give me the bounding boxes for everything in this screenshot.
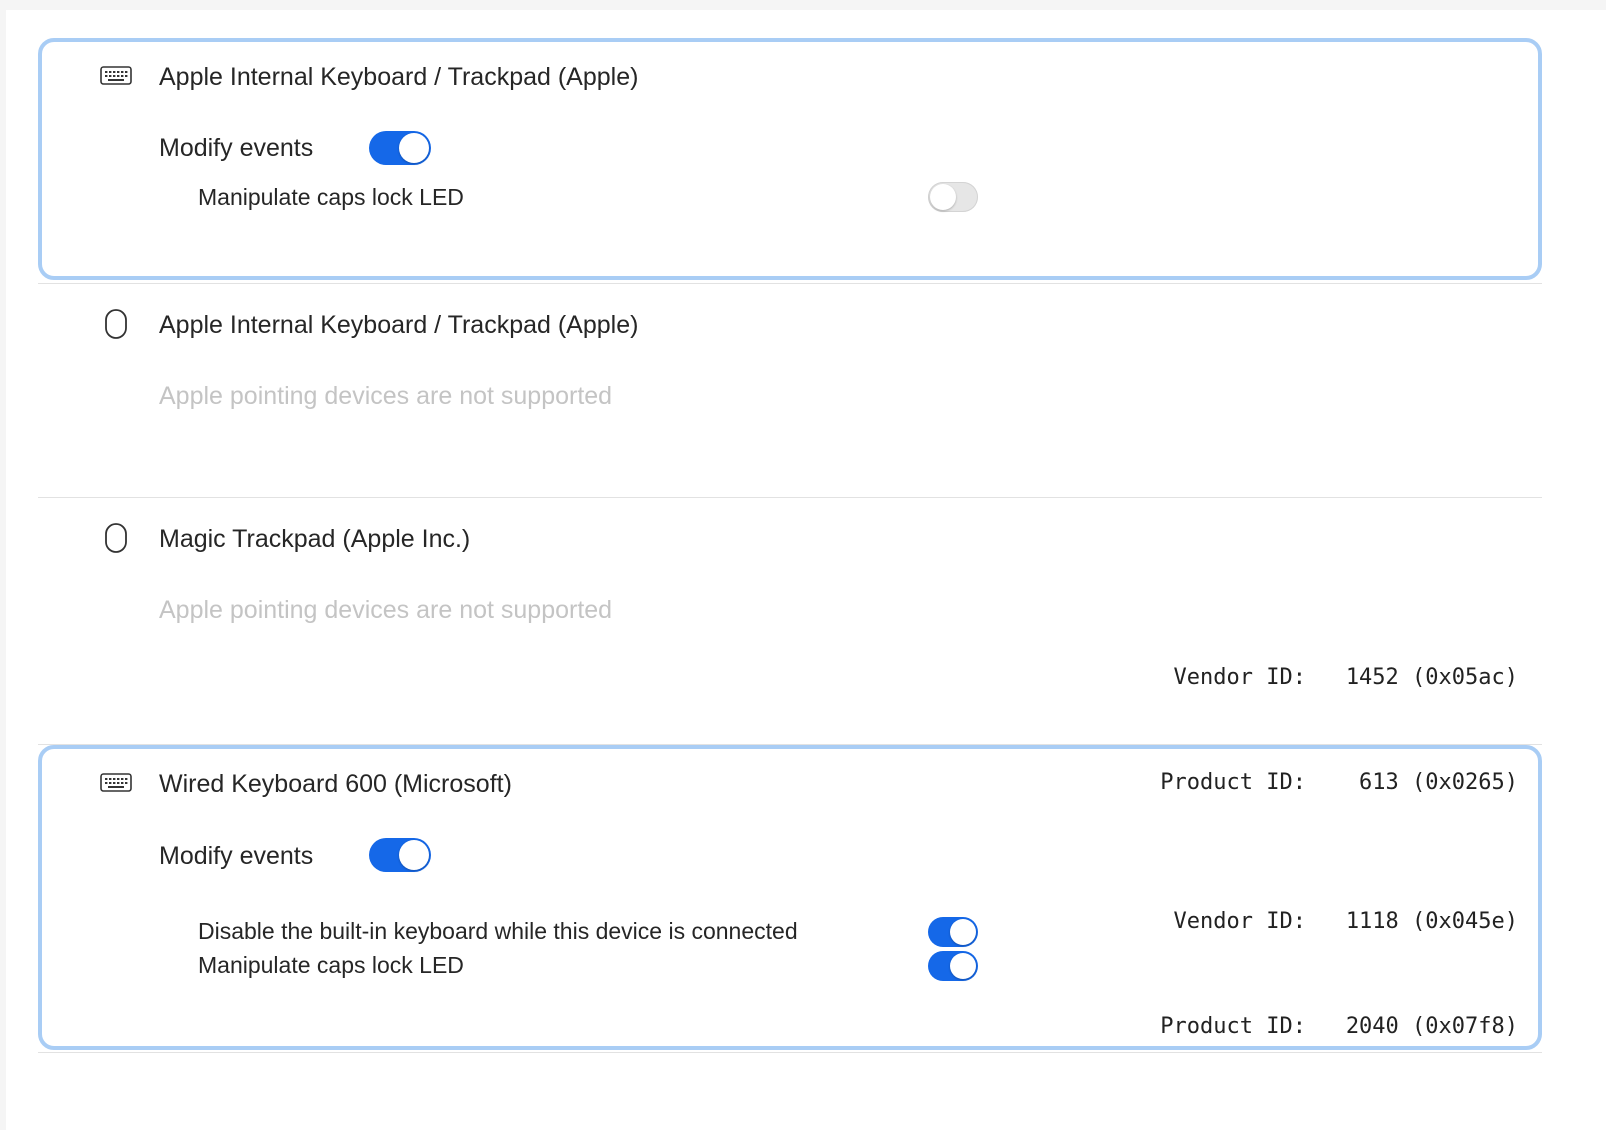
modify-events-label: Modify events (159, 134, 314, 162)
device-name: Apple Internal Keyboard / Trackpad (Appl… (159, 311, 639, 339)
vendor-id-value: 1452 (0x05ac) (1345, 665, 1518, 690)
mouse-icon (100, 523, 132, 553)
device-name: Wired Keyboard 600 (Microsoft) (159, 770, 512, 798)
modify-events-label: Modify events (159, 842, 314, 870)
vendor-id-line: Vendor ID: 1118 (0x045e) (1136, 904, 1518, 939)
vendor-id-label: Vendor ID: (1173, 909, 1306, 934)
not-supported-message: Apple pointing devices are not supported (159, 382, 613, 410)
manipulate-caps-lock-led-toggle[interactable] (928, 951, 978, 981)
manipulate-caps-lock-led-label: Manipulate caps lock LED (198, 952, 464, 978)
toggle-knob (399, 133, 429, 163)
toggle-knob (399, 840, 429, 870)
device-row-wired-keyboard-600[interactable]: Wired Keyboard 600 (Microsoft) Modify ev… (38, 745, 1542, 1050)
product-id-label: Product ID: (1160, 1014, 1306, 1039)
vendor-id-line: Vendor ID: 1452 (0x05ac) (1136, 660, 1518, 695)
toggle-knob (950, 953, 976, 979)
manipulate-caps-lock-led-toggle[interactable] (928, 182, 978, 212)
keyboard-icon (100, 769, 132, 797)
disable-built-in-keyboard-toggle[interactable] (928, 917, 978, 947)
product-id-value: 2040 (0x07f8) (1345, 1014, 1518, 1039)
not-supported-message: Apple pointing devices are not supported (159, 596, 613, 624)
product-id-line: Product ID: 2040 (0x07f8) (1136, 1009, 1518, 1044)
modify-events-toggle[interactable] (369, 131, 431, 165)
manipulate-caps-lock-led-label: Manipulate caps lock LED (198, 184, 464, 210)
toggle-knob (930, 184, 956, 210)
device-row-magic-trackpad[interactable]: Magic Trackpad (Apple Inc.) Apple pointi… (38, 498, 1542, 795)
device-name: Apple Internal Keyboard / Trackpad (Appl… (159, 63, 639, 91)
device-row-apple-internal-trackpad[interactable]: Apple Internal Keyboard / Trackpad (Appl… (38, 284, 1542, 496)
device-list-panel: Apple Internal Keyboard / Trackpad (Appl… (6, 10, 1606, 1130)
keyboard-icon (100, 62, 132, 90)
modify-events-toggle[interactable] (369, 838, 431, 872)
device-row-apple-internal-keyboard[interactable]: Apple Internal Keyboard / Trackpad (Appl… (38, 38, 1542, 280)
vendor-id-value: 1118 (0x045e) (1345, 909, 1518, 934)
device-name: Magic Trackpad (Apple Inc.) (159, 525, 471, 553)
mouse-icon (100, 309, 132, 339)
row-divider (38, 1052, 1542, 1053)
device-ids: Vendor ID: 1118 (0x045e) Product ID: 204… (1136, 834, 1518, 1114)
toggle-knob (950, 919, 976, 945)
vendor-id-label: Vendor ID: (1173, 665, 1306, 690)
disable-built-in-keyboard-label: Disable the built-in keyboard while this… (198, 918, 798, 944)
